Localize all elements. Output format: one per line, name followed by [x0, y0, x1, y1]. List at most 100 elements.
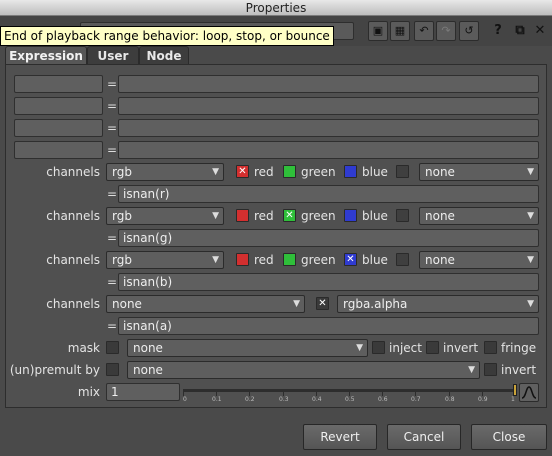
invert-label: invert [443, 341, 479, 355]
slider-tick-label: 0.1 [212, 396, 222, 403]
extra-channel-dropdown[interactable]: none ▼ [419, 251, 539, 269]
green-label: green [301, 209, 336, 223]
red-checkbox[interactable] [236, 253, 249, 266]
mix-value-field[interactable]: 1 [106, 383, 180, 401]
close-icon[interactable]: ✕ [532, 21, 548, 41]
channels-layer-dropdown[interactable]: rgb ▼ [106, 163, 224, 181]
tab-node[interactable]: Node [139, 46, 189, 65]
slider-tick-label: 0.8 [445, 396, 455, 403]
premult-invert-checkbox[interactable] [484, 363, 497, 376]
temp-name-field[interactable] [14, 119, 103, 137]
temp-expr-field[interactable] [118, 119, 539, 137]
blue-label: blue [362, 253, 388, 267]
cancel-button[interactable]: Cancel [387, 424, 461, 450]
blue-checkbox[interactable] [344, 165, 357, 178]
disable-icon[interactable]: ▦ [390, 21, 410, 41]
dropdown-value: none [133, 341, 163, 355]
equals-sign: = [107, 99, 118, 113]
red-label: red [254, 165, 274, 179]
dropdown-value: rgba.alpha [343, 297, 408, 311]
chevron-down-icon: ▼ [356, 343, 363, 353]
temp-expr-field[interactable] [118, 141, 539, 159]
blue-label: blue [362, 209, 388, 223]
temp-expr-field[interactable] [118, 75, 539, 93]
float-icon[interactable]: ⧉ [512, 21, 528, 41]
revert-button[interactable]: Revert [303, 424, 377, 450]
premult-invert-label: invert [501, 363, 537, 377]
chevron-down-icon: ▼ [293, 299, 300, 309]
curve-icon[interactable] [519, 383, 539, 402]
premult-checkbox[interactable] [106, 363, 119, 376]
channel-expr-field[interactable]: isnan(g) [118, 229, 539, 247]
undo-icon[interactable]: ↶ [414, 21, 434, 41]
window-title: Properties [0, 0, 552, 16]
invert-mask-checkbox[interactable] [426, 341, 439, 354]
premult-dropdown[interactable]: none ▼ [127, 361, 480, 379]
temp-name-field[interactable] [14, 97, 103, 115]
premult-label: (un)premult by [9, 363, 100, 377]
temp-name-field[interactable] [14, 141, 103, 159]
dropdown-value: none [425, 165, 455, 179]
channel-expr-field[interactable]: isnan(r) [118, 185, 539, 203]
red-label: red [254, 253, 274, 267]
channel-expr-field[interactable]: isnan(b) [118, 273, 539, 291]
tab-user[interactable]: User [87, 46, 139, 65]
mix-label: mix [77, 385, 100, 399]
alpha-checkbox[interactable]: ✕ [316, 297, 329, 310]
channels-label: channels [46, 253, 100, 267]
slider-tick-label: 0.4 [312, 396, 322, 403]
slider-tick-label: 0.2 [245, 396, 255, 403]
close-button[interactable]: Close [471, 424, 547, 450]
dropdown-value: none [425, 253, 455, 267]
fringe-label: fringe [501, 341, 537, 355]
extra-channel-checkbox[interactable] [396, 165, 409, 178]
mask-label: mask [67, 341, 100, 355]
blue-checkbox[interactable]: ✕ [344, 253, 357, 266]
mix-slider-handle[interactable] [513, 384, 517, 396]
redo-icon[interactable]: ↷ [436, 21, 456, 41]
chevron-down-icon: ▼ [527, 299, 534, 309]
revert-icon[interactable]: ↺ [459, 21, 479, 41]
toggle-icon[interactable]: ▣ [368, 21, 388, 41]
fringe-checkbox[interactable] [484, 341, 497, 354]
mask-checkbox[interactable] [106, 341, 119, 354]
slider-tick-label: 0.3 [279, 396, 289, 403]
green-checkbox[interactable] [283, 165, 296, 178]
equals-sign: = [107, 77, 118, 91]
temp-name-field[interactable] [14, 75, 103, 93]
extra-channel-dropdown[interactable]: none ▼ [419, 163, 539, 181]
dropdown-value: rgb [112, 253, 132, 267]
chevron-down-icon: ▼ [212, 211, 219, 221]
inject-checkbox[interactable] [372, 341, 385, 354]
alpha-channel-dropdown[interactable]: rgba.alpha ▼ [337, 295, 539, 313]
channels-label: channels [46, 297, 100, 311]
equals-sign: = [107, 275, 118, 289]
green-checkbox[interactable] [283, 253, 296, 266]
slider-tick-label: 1 [511, 396, 515, 403]
blue-checkbox[interactable] [344, 209, 357, 222]
equals-sign: = [107, 231, 118, 245]
alpha-layer-dropdown[interactable]: none ▼ [106, 295, 305, 313]
channels-layer-dropdown[interactable]: rgb ▼ [106, 207, 224, 225]
extra-channel-checkbox[interactable] [396, 253, 409, 266]
chevron-down-icon: ▼ [212, 167, 219, 177]
equals-sign: = [107, 143, 118, 157]
mask-dropdown[interactable]: none ▼ [127, 339, 368, 357]
mix-slider[interactable] [183, 389, 517, 392]
chevron-down-icon: ▼ [527, 211, 534, 221]
channels-layer-dropdown[interactable]: rgb ▼ [106, 251, 224, 269]
equals-sign: = [107, 187, 118, 201]
alpha-expr-field[interactable]: isnan(a) [118, 317, 539, 335]
equals-sign: = [107, 121, 118, 135]
extra-channel-dropdown[interactable]: none ▼ [419, 207, 539, 225]
tab-expression[interactable]: Expression [5, 46, 87, 65]
dropdown-value: none [112, 297, 142, 311]
chevron-down-icon: ▼ [468, 365, 475, 375]
red-checkbox[interactable]: ✕ [236, 165, 249, 178]
green-checkbox[interactable]: ✕ [283, 209, 296, 222]
temp-expr-field[interactable] [118, 97, 539, 115]
extra-channel-checkbox[interactable] [396, 209, 409, 222]
red-checkbox[interactable] [236, 209, 249, 222]
help-icon[interactable]: ? [490, 21, 506, 41]
equals-sign: = [107, 319, 118, 333]
